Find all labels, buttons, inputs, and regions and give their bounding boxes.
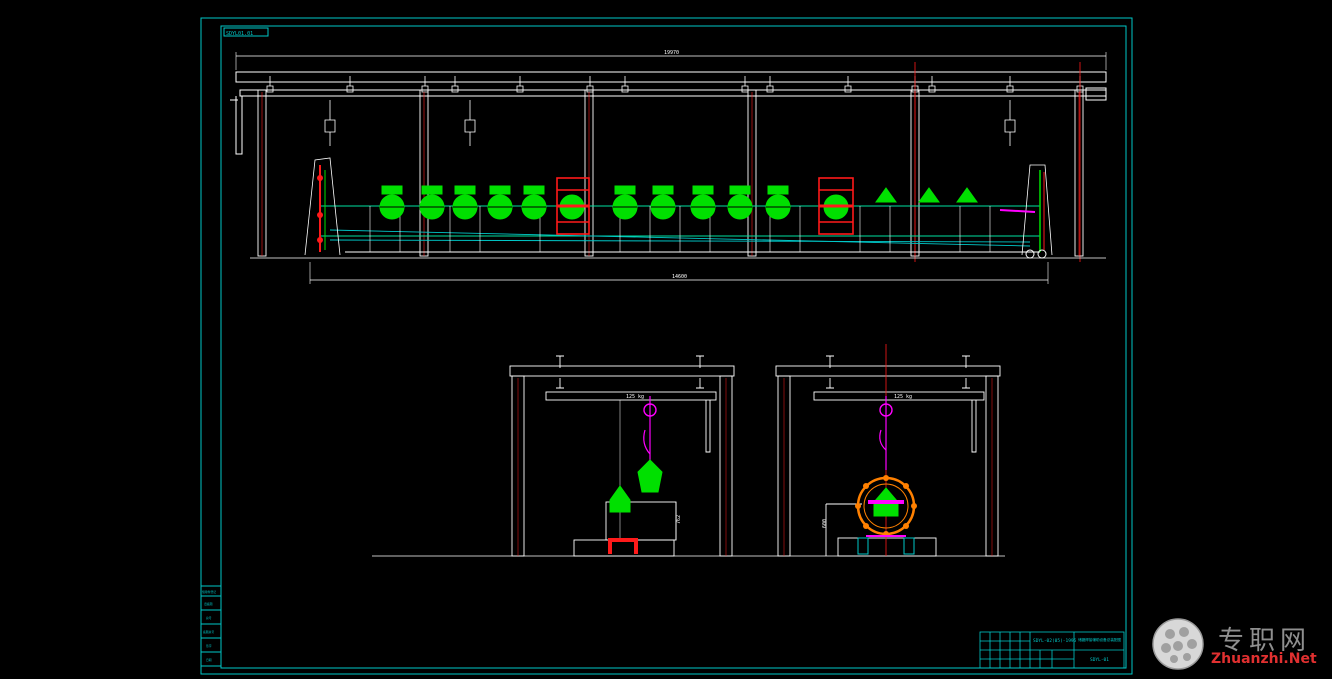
load-label-right: 125 kg xyxy=(894,394,912,400)
top-beam xyxy=(235,71,1107,83)
watermark-en-text: Zhuanzhi.Net xyxy=(1211,651,1317,667)
inner-frame xyxy=(220,25,1127,669)
outer-frame xyxy=(200,17,1133,675)
height-dim-left: 762 xyxy=(676,515,682,524)
hoist-left xyxy=(608,396,663,554)
left-registry-table: 借用件登记 旧底图 总号 底图总号 签字 日期 xyxy=(200,585,222,667)
drawing-number: SDYL-01 xyxy=(1090,657,1109,663)
right-end-stand xyxy=(999,164,1053,259)
overall-length-dim: 19970 xyxy=(664,50,679,56)
cad-drawing-sheet: SDYL01.01 19970 14600 125 kg 762 125 kg … xyxy=(200,17,1133,675)
registry-row-4: 签字 xyxy=(206,644,212,648)
drawing-name: 储罐焊接辅助设备总装配图 xyxy=(1078,637,1122,642)
elevation-view: 19970 14600 xyxy=(230,50,1107,284)
assembly-title: SDYL-02(05)-1995 xyxy=(1033,638,1077,644)
registry-row-2: 总号 xyxy=(206,616,212,620)
registry-row-0: 借用件登记 xyxy=(202,590,216,594)
load-label-left: 125 kg xyxy=(626,394,644,400)
height-dim-right: 600 xyxy=(822,519,828,528)
side-view-left xyxy=(509,355,735,557)
registry-row-3: 底图总号 xyxy=(203,630,214,634)
side-view-right xyxy=(775,355,1001,557)
hoists xyxy=(324,100,1016,146)
registry-row-5: 日期 xyxy=(206,658,212,662)
rail-length-dim: 14600 xyxy=(672,274,687,280)
lower-beam xyxy=(239,89,1107,97)
tank-rollers xyxy=(379,185,978,220)
registry-row-1: 旧底图 xyxy=(204,602,213,606)
code-box-text: SDYL01.01 xyxy=(226,31,253,37)
